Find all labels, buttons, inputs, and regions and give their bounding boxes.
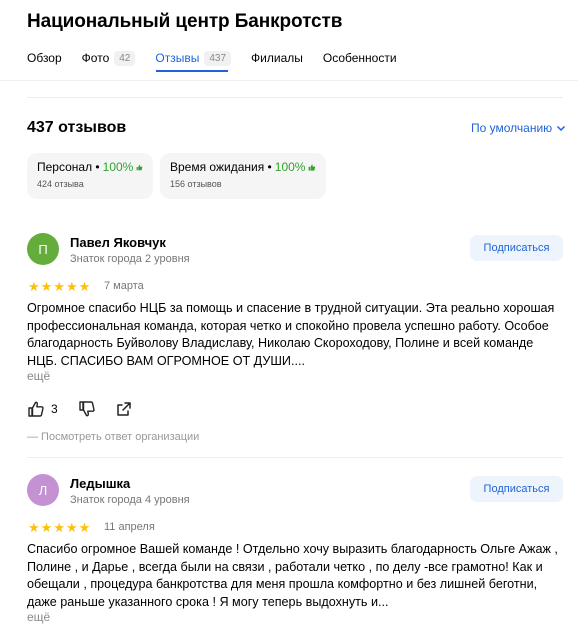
avatar[interactable]: П	[27, 233, 59, 265]
rating-stars: ★ ★ ★ ★ ★	[28, 521, 91, 534]
thumbs-up-icon	[309, 163, 316, 171]
author-level: Знаток города 2 уровня	[70, 253, 190, 265]
tab-label: Отзывы	[155, 51, 200, 65]
review-text: Огромное спасибо НЦБ за помощь и спасени…	[27, 301, 555, 368]
review-date: 11 апреля	[104, 521, 155, 533]
tab-label: Фото	[81, 51, 110, 65]
star-icon: ★	[53, 520, 65, 535]
avatar[interactable]: Л	[27, 474, 59, 506]
star-icon: ★	[40, 279, 53, 294]
author-level: Знаток города 4 уровня	[70, 494, 190, 506]
subscribe-button[interactable]: Подписаться	[470, 476, 563, 502]
aspect-name: Время ожидания	[170, 160, 265, 174]
thumbs-down-icon	[78, 401, 95, 417]
tab-label: Обзор	[27, 51, 62, 65]
star-icon: ★	[28, 520, 40, 535]
review-divider	[27, 457, 563, 458]
aspect-name: Персонал	[37, 160, 93, 174]
read-more-link[interactable]: ещё	[27, 369, 50, 383]
tab-count: 437	[204, 50, 232, 66]
view-org-answer-link[interactable]: — Посмотреть ответ организации	[27, 431, 199, 443]
review-actions: 3	[27, 400, 152, 418]
review-card: Л Ледышка Знаток города 4 уровня Подписа…	[27, 474, 563, 628]
like-count: 3	[51, 402, 58, 416]
dislike-button[interactable]	[78, 400, 96, 418]
review-author[interactable]: Ледышка	[70, 476, 130, 491]
thumbs-up-icon	[28, 401, 44, 417]
page-title: Национальный центр Банкротств	[27, 11, 343, 32]
star-icon: ★	[78, 279, 91, 294]
review-card: П Павел Яковчук Знаток города 2 уровня П…	[27, 233, 563, 453]
share-icon	[116, 402, 131, 416]
review-text: Спасибо огромное Вашей команде ! Отдельн…	[27, 542, 558, 609]
tab-overview[interactable]: Обзор	[27, 51, 62, 65]
aspect-count: 156 отзывов	[170, 179, 222, 189]
aspect-percent: 100%	[102, 160, 134, 174]
tab-photos[interactable]: Фото 42	[81, 50, 136, 66]
reviews-count: 437 отзывов	[27, 119, 127, 136]
tab-label: Особенности	[322, 51, 397, 65]
star-icon: ★	[65, 279, 78, 294]
avatar-initial: П	[38, 241, 48, 257]
aspect-percent: 100%	[274, 160, 306, 174]
star-icon: ★	[28, 279, 40, 294]
tab-branches[interactable]: Филиалы	[251, 51, 303, 65]
like-button[interactable]: 3	[27, 400, 58, 418]
star-icon: ★	[53, 279, 65, 294]
read-more-link[interactable]: ещё	[27, 610, 50, 624]
aspect-count: 424 отзыва	[37, 179, 84, 189]
tab-reviews[interactable]: Отзывы 437	[155, 50, 232, 66]
aspect-chip-staff[interactable]: Персонал • 100% 424 отзыва	[27, 153, 153, 199]
share-button[interactable]	[116, 401, 132, 417]
aspect-chip-waiting-time[interactable]: Время ожидания • 100% 156 отзывов	[160, 153, 326, 199]
chevron-down-icon	[557, 125, 566, 132]
tab-bar: Обзор Фото 42 Отзывы 437 Филиалы Особеннос…	[27, 48, 417, 68]
star-icon: ★	[40, 520, 53, 535]
star-icon: ★	[78, 520, 91, 535]
tab-features[interactable]: Особенности	[323, 51, 397, 65]
section-divider	[27, 97, 563, 98]
review-author[interactable]: Павел Яковчук	[70, 235, 166, 250]
tabs-divider	[0, 80, 578, 81]
review-date: 7 марта	[104, 280, 144, 292]
tab-label: Филиалы	[251, 51, 303, 65]
tab-count: 42	[114, 50, 136, 66]
sort-label: По умолчанию	[471, 121, 553, 135]
rating-stars: ★ ★ ★ ★ ★	[28, 280, 91, 293]
active-tab-indicator	[156, 70, 228, 72]
avatar-initial: Л	[38, 482, 48, 498]
sort-dropdown[interactable]: По умолчанию	[471, 121, 566, 135]
star-icon: ★	[65, 520, 78, 535]
thumbs-up-icon	[136, 164, 143, 170]
subscribe-button[interactable]: Подписаться	[470, 235, 563, 261]
